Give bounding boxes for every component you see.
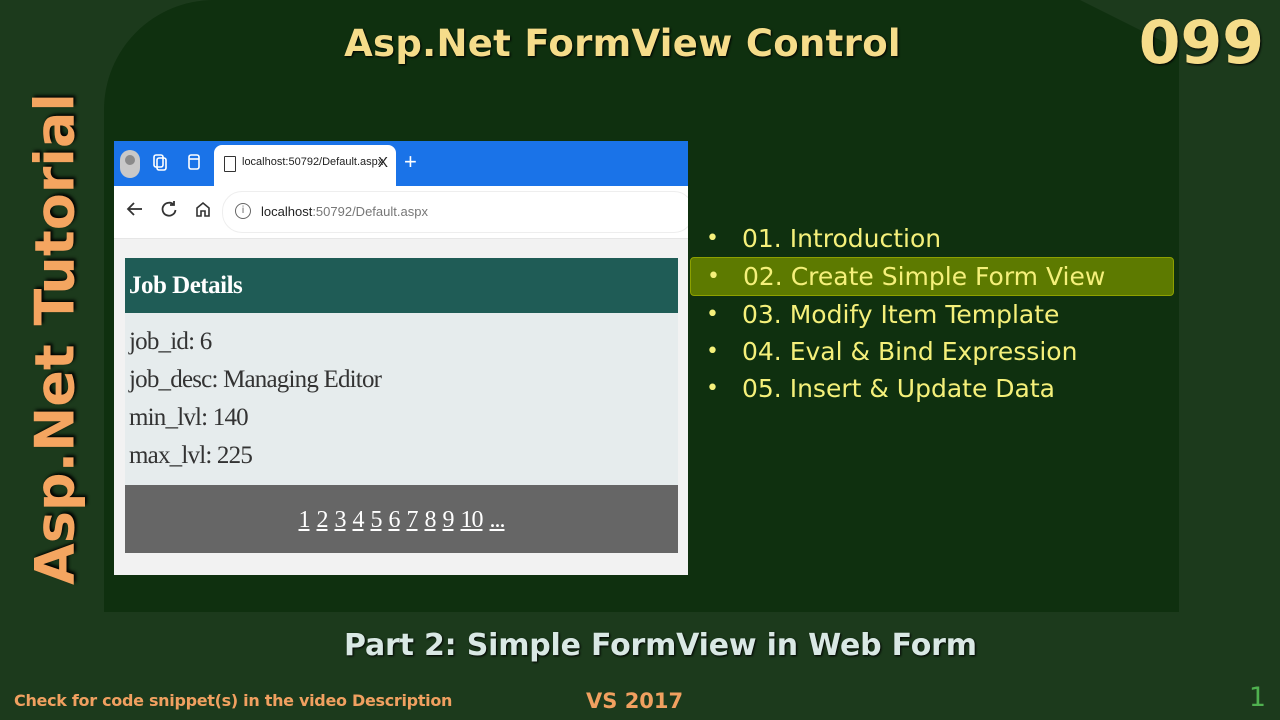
formview-pager: 1 2 3 4 5 6 7 8 9 10 ... bbox=[125, 485, 678, 553]
field-max-lvl: max_lvl: 225 bbox=[129, 442, 253, 469]
pager-link-5[interactable]: 5 bbox=[371, 507, 383, 533]
slide-number: 1 bbox=[1248, 682, 1266, 713]
topic-item: 04. Eval & Bind Expression bbox=[690, 333, 1174, 370]
topic-item-active: 02. Create Simple Form View bbox=[690, 257, 1174, 296]
topic-item: 05. Insert & Update Data bbox=[690, 370, 1174, 407]
episode-number: 099 bbox=[1138, 8, 1264, 78]
url-host: localhost bbox=[261, 204, 313, 219]
pager-link-3[interactable]: 3 bbox=[335, 507, 347, 533]
page-content: Job Details job_id: 6 job_desc: Managing… bbox=[114, 239, 688, 575]
page-icon bbox=[224, 156, 236, 172]
back-icon[interactable] bbox=[126, 200, 144, 222]
pager-link-8[interactable]: 8 bbox=[425, 507, 437, 533]
address-bar[interactable]: i localhost:50792/Default.aspx bbox=[222, 191, 688, 233]
url-path: :50792/Default.aspx bbox=[312, 204, 428, 219]
tab-actions-icon[interactable] bbox=[184, 153, 204, 173]
formview-header: Job Details bbox=[125, 258, 678, 313]
tab-close-button[interactable]: X bbox=[378, 154, 388, 171]
browser-window: localhost:50792/Default.aspx X + i local… bbox=[114, 141, 688, 575]
slide-subtitle: Part 2: Simple FormView in Web Form bbox=[344, 628, 977, 663]
slide-title: Asp.Net FormView Control bbox=[344, 22, 901, 65]
pager-link-7[interactable]: 7 bbox=[407, 507, 419, 533]
pager-link-10[interactable]: 10 bbox=[461, 507, 484, 533]
new-tab-button[interactable]: + bbox=[404, 151, 417, 173]
topic-list: 01. Introduction 02. Create Simple Form … bbox=[690, 220, 1174, 407]
footer-note: Check for code snippet(s) in the video D… bbox=[14, 691, 453, 710]
series-title: Asp.Net Tutorial bbox=[23, 93, 87, 585]
footer-version: VS 2017 bbox=[586, 689, 684, 713]
tab-title: localhost:50792/Default.aspx bbox=[242, 156, 384, 168]
pager-link-2[interactable]: 2 bbox=[317, 507, 329, 533]
pager-link-4[interactable]: 4 bbox=[353, 507, 365, 533]
workspaces-icon[interactable] bbox=[150, 153, 170, 173]
field-min-lvl: min_lvl: 140 bbox=[129, 404, 249, 431]
field-job-id: job_id: 6 bbox=[129, 328, 212, 355]
tab-strip: localhost:50792/Default.aspx X + bbox=[114, 141, 688, 186]
home-icon[interactable] bbox=[194, 200, 212, 222]
pager-link-more[interactable]: ... bbox=[490, 507, 506, 533]
formview-body: job_id: 6 job_desc: Managing Editor min_… bbox=[125, 313, 678, 485]
navigation-bar: i localhost:50792/Default.aspx bbox=[114, 186, 688, 239]
pager-link-9[interactable]: 9 bbox=[443, 507, 455, 533]
profile-avatar-icon[interactable] bbox=[120, 150, 140, 178]
field-job-desc: job_desc: Managing Editor bbox=[129, 366, 382, 393]
topic-item: 03. Modify Item Template bbox=[690, 296, 1174, 333]
pager-link-6[interactable]: 6 bbox=[389, 507, 401, 533]
active-tab[interactable]: localhost:50792/Default.aspx X bbox=[214, 145, 396, 186]
pager-link-1[interactable]: 1 bbox=[299, 507, 311, 533]
topic-item: 01. Introduction bbox=[690, 220, 1174, 257]
info-icon[interactable]: i bbox=[235, 203, 251, 219]
url-text: localhost:50792/Default.aspx bbox=[261, 204, 428, 219]
refresh-icon[interactable] bbox=[160, 200, 178, 222]
